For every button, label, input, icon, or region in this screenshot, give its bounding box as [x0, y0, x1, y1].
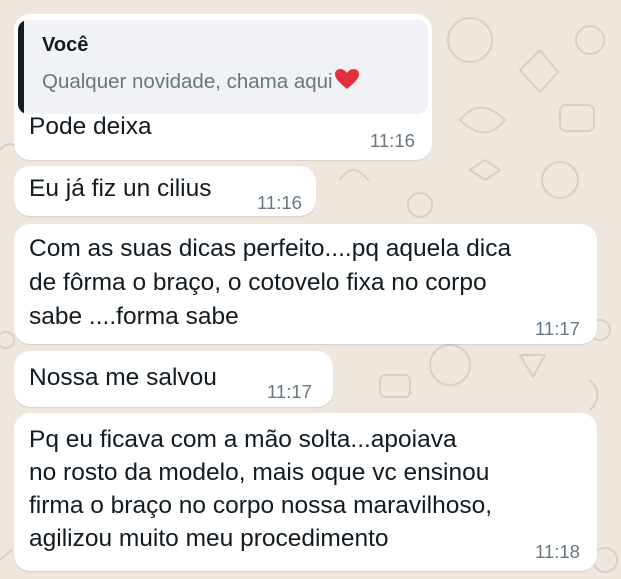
wallpaper-doodle	[519, 49, 559, 93]
quote-author: Você	[42, 34, 89, 56]
wallpaper-doodle	[339, 169, 369, 181]
message-timestamp: 11:18	[535, 541, 580, 562]
message-timestamp: 11:17	[267, 381, 312, 402]
message-text: Eu já fiz un cilius	[29, 175, 212, 202]
message-text-line: Pq eu ficava com a mão solta...apoiava	[29, 426, 457, 453]
wallpaper-doodle	[379, 374, 411, 398]
message-bubble[interactable]: Você Qualquer novidade, chama aqui Pode …	[14, 14, 432, 160]
message-text-line: no rosto da modelo, mais oque vc ensinou	[29, 459, 490, 486]
quoted-message[interactable]: Você Qualquer novidade, chama aqui	[18, 20, 428, 114]
wallpaper-doodle	[589, 379, 599, 411]
wallpaper-doodle	[575, 25, 605, 55]
wallpaper-doodle	[429, 344, 471, 386]
wallpaper-doodle	[541, 161, 579, 199]
heart-icon	[334, 69, 359, 89]
wallpaper-doodle	[447, 17, 493, 63]
message-text-line: de fôrma o braço, o cotovelo fixa no cor…	[29, 269, 487, 296]
wallpaper-doodle	[0, 549, 13, 561]
message-bubble[interactable]: Pq eu ficava com a mão solta...apoiava n…	[14, 413, 597, 571]
message-timestamp: 11:16	[257, 192, 302, 213]
message-timestamp: 11:16	[370, 130, 415, 151]
wallpaper-doodle	[519, 354, 546, 378]
message-text-line: agilizou muito meu procedimento	[29, 525, 389, 552]
message-bubble[interactable]: Eu já fiz un cilius 11:16	[14, 166, 316, 216]
message-text: Pode deixa	[29, 113, 152, 140]
message-text: Nossa me salvou	[29, 364, 217, 391]
quote-accent-bar	[18, 20, 24, 114]
wallpaper-doodle	[469, 159, 501, 181]
message-timestamp: 11:17	[535, 318, 580, 339]
message-bubble[interactable]: Com as suas dicas perfeito....pq aquela …	[14, 224, 597, 344]
quote-text-line: Qualquer novidade, chama aqui	[42, 68, 360, 94]
message-text-line: sabe ....forma sabe	[29, 303, 239, 330]
message-bubble[interactable]: Nossa me salvou 11:17	[14, 351, 333, 407]
wallpaper-doodle	[459, 106, 506, 134]
wallpaper-doodle	[0, 331, 15, 349]
quote-text: Qualquer novidade, chama aqui	[42, 70, 333, 93]
message-text-line: Com as suas dicas perfeito....pq aquela …	[29, 235, 512, 262]
wallpaper-doodle	[407, 192, 433, 218]
message-text-line: firma o braço no corpo nossa maravilhoso…	[29, 492, 492, 519]
wallpaper-doodle	[559, 104, 595, 132]
